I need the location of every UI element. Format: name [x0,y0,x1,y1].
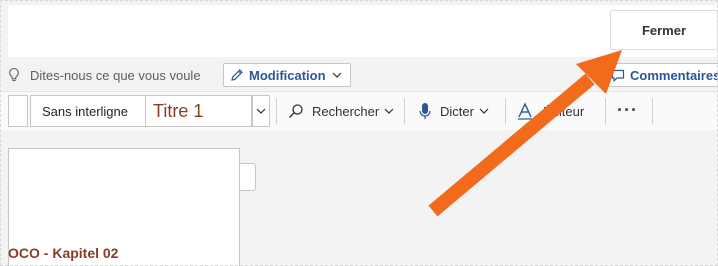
more-options-button[interactable]: ··· [617,100,638,121]
style-heading-1[interactable]: Titre 1 [146,95,252,127]
page-side-tab[interactable] [240,163,256,191]
chevron-down-icon [479,108,489,114]
comment-icon [611,69,625,82]
search-icon [289,104,303,118]
style-no-spacing[interactable]: Sans interligne [30,95,146,127]
chevron-down-icon [332,72,341,78]
toolbar-divider [652,98,653,124]
comments-button[interactable]: Commentaires [604,63,718,87]
toolbar-divider [505,98,506,124]
lightbulb-icon [9,67,19,82]
tell-me-placeholder: Dites-nous ce que vous voule [30,67,201,83]
toolbar-divider [276,98,277,124]
chevron-down-icon [384,108,394,114]
style-gallery-item[interactable] [8,95,28,127]
editing-mode-label: Modification [249,67,326,83]
editor-button[interactable]: Éditeur [517,97,589,125]
editor-label: Éditeur [543,103,585,119]
comments-label: Commentaires [630,67,718,83]
pencil-icon [231,69,243,81]
dictate-label: Dicter [440,103,474,119]
styles-dropdown[interactable] [252,95,270,127]
toolbar-divider [404,98,405,124]
toolbar-divider [605,98,606,124]
editor-icon [518,102,534,120]
close-button[interactable]: Fermer [610,10,718,50]
dictate-button[interactable]: Dicter [418,97,489,125]
microphone-icon [419,103,431,119]
chevron-down-icon [256,108,266,114]
editing-mode-button[interactable]: Modification [223,63,351,87]
find-button[interactable]: Rechercher [288,97,394,125]
document-heading: OCO - Kapitel 02 [8,245,119,261]
find-label: Rechercher [312,103,380,119]
tell-me-search[interactable]: Dites-nous ce que vous voule [8,66,201,84]
